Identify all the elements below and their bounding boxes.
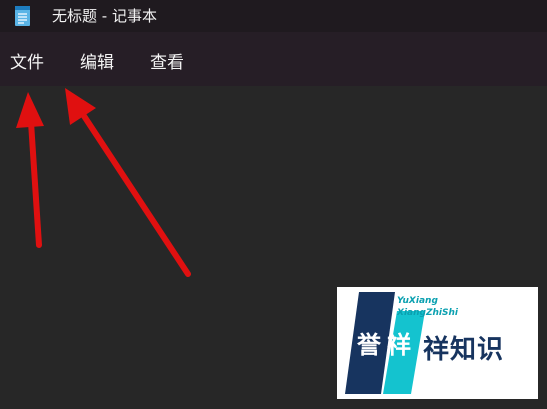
file-menu[interactable]: 文件 bbox=[10, 48, 44, 73]
watermark-line2: XiangZhiShi bbox=[397, 308, 458, 318]
menu-bar: 文件 编辑 查看 bbox=[0, 32, 547, 86]
notepad-icon bbox=[15, 6, 30, 26]
window-title: 无标题 - 记事本 bbox=[52, 7, 157, 25]
notepad-window: 无标题 - 记事本 文件 编辑 查看 YuXiang XiangZhiShi 誉… bbox=[0, 0, 547, 409]
watermark-seal-1: 誉 bbox=[357, 331, 381, 359]
title-bar[interactable]: 无标题 - 记事本 bbox=[0, 0, 547, 32]
watermark-seal-2: 祥 bbox=[387, 331, 411, 359]
watermark-logo: YuXiang XiangZhiShi 誉 祥 祥知识 bbox=[337, 287, 538, 399]
watermark-line1: YuXiang bbox=[397, 296, 438, 306]
watermark-text: 祥知识 bbox=[423, 335, 505, 365]
edit-menu[interactable]: 编辑 bbox=[80, 48, 114, 73]
view-menu[interactable]: 查看 bbox=[150, 48, 184, 73]
